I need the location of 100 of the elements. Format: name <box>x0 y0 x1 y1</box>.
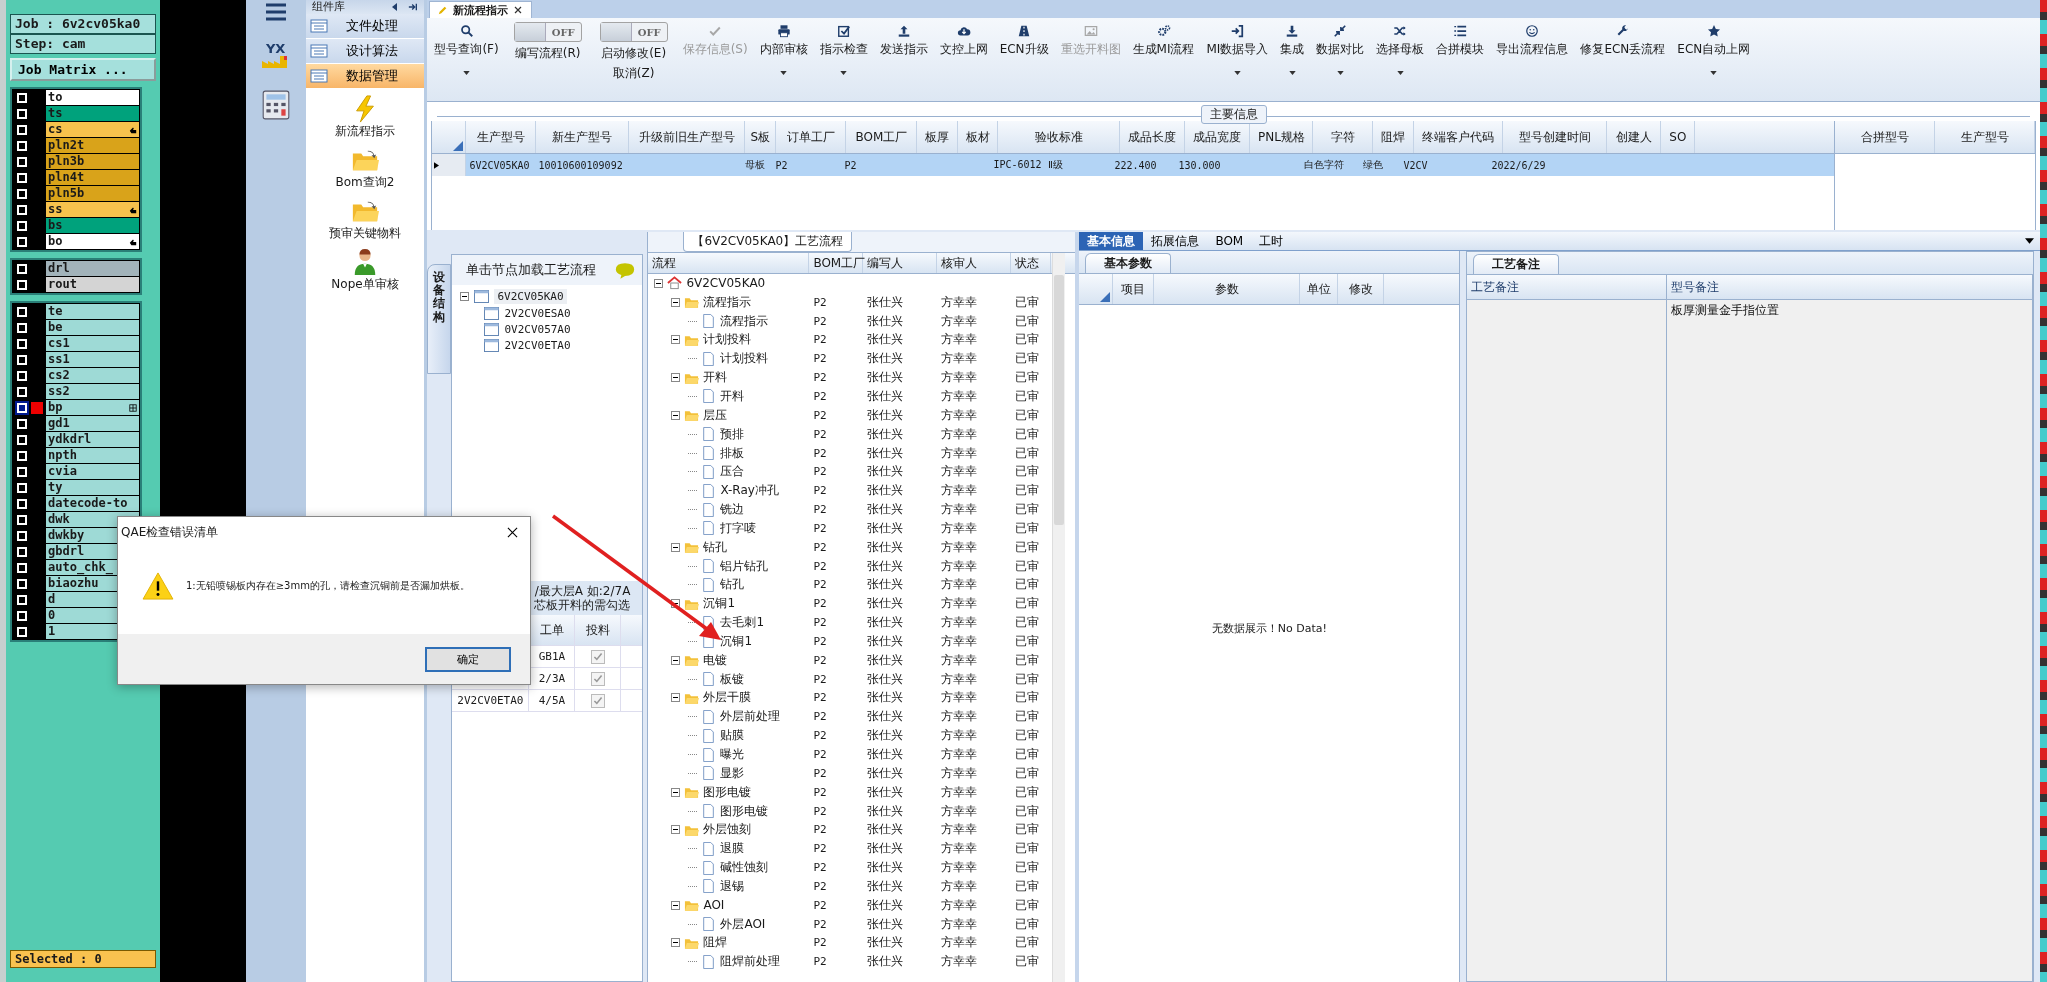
tab[interactable]: 拓展信息 <box>1143 232 1208 250</box>
process-name[interactable]: 打字唛 <box>720 519 757 537</box>
layer-name[interactable]: bs <box>46 218 139 233</box>
process-name[interactable]: 6V2CV05KA0 <box>686 276 766 291</box>
layer-checkbox[interactable] <box>17 498 27 509</box>
toggle-switch[interactable]: OFF <box>599 22 668 42</box>
toolbar-button[interactable]: 合拼模块 <box>1431 22 1490 60</box>
layer-name[interactable]: pln2t <box>46 138 139 153</box>
process-name[interactable]: 显影 <box>720 764 745 782</box>
layer-name[interactable]: npth <box>46 448 139 463</box>
layer-checkbox[interactable] <box>17 514 27 525</box>
process-name[interactable]: 流程指示 <box>703 293 752 311</box>
process-name[interactable]: 开料 <box>720 388 745 405</box>
process-name[interactable]: 排板 <box>720 444 745 462</box>
layer-checkbox[interactable] <box>17 610 27 621</box>
factory-logo[interactable]: YX <box>260 42 291 69</box>
layer-checkbox[interactable] <box>17 92 27 103</box>
toolbar-button[interactable]: 生成MI流程 <box>1127 22 1200 60</box>
layer-checkbox[interactable] <box>17 108 27 119</box>
layer-checkbox[interactable] <box>17 370 27 381</box>
layer-name[interactable]: ts <box>46 106 139 121</box>
column-header[interactable]: 终端客户代码 <box>1414 121 1504 153</box>
layer-name[interactable]: cs <box>46 122 139 137</box>
layer-checkbox[interactable] <box>17 156 27 167</box>
layer-checkbox[interactable] <box>17 172 27 183</box>
layer-name[interactable]: ss2 <box>46 384 139 399</box>
layer-name[interactable]: bo <box>46 234 139 249</box>
close-icon[interactable] <box>507 526 518 538</box>
process-name[interactable]: 去毛刺1 <box>720 614 765 632</box>
checkbox[interactable] <box>590 649 605 664</box>
layer-checkbox[interactable] <box>17 466 27 477</box>
column-header[interactable]: 修改 <box>1338 274 1385 304</box>
checkbox[interactable] <box>590 693 605 708</box>
layer-name[interactable]: cs1 <box>46 336 139 351</box>
process-name[interactable]: 退锡 <box>720 877 745 895</box>
ok-button[interactable]: 确定 <box>425 646 511 672</box>
process-name[interactable]: 预排 <box>720 425 745 443</box>
module-item[interactable]: 新流程指示 <box>334 95 395 140</box>
column-header[interactable]: SO <box>1661 121 1696 153</box>
note-field[interactable]: 板厚测量金手指位置 <box>1667 300 2033 981</box>
layer-name[interactable]: ss1 <box>46 352 139 367</box>
layer-name[interactable]: pln5b <box>46 186 139 201</box>
process-name[interactable]: 电镀 <box>703 651 728 669</box>
process-name[interactable]: 外层前处理 <box>720 708 781 726</box>
layer-name[interactable]: gd1 <box>46 416 139 431</box>
column-header[interactable]: S板 <box>745 121 777 153</box>
column-header[interactable]: 字符 <box>1313 121 1374 153</box>
process-name[interactable]: 沉铜1 <box>703 595 736 613</box>
column-header[interactable]: 板材 <box>958 121 999 153</box>
panel-tab[interactable]: 工艺备注 <box>1473 254 1560 274</box>
category-button[interactable]: 文件处理 <box>305 14 425 39</box>
process-name[interactable]: 铝片钻孔 <box>720 557 769 575</box>
process-name[interactable]: 图形电镀 <box>703 783 752 801</box>
column-header[interactable]: 阻焊 <box>1373 121 1415 153</box>
toolbar-button[interactable]: 内部审核 <box>754 22 813 77</box>
toolbar-button[interactable]: 文控上网 <box>934 22 993 60</box>
tab[interactable]: 基本信息 <box>1079 232 1144 250</box>
layer-checkbox[interactable] <box>17 482 27 493</box>
column-header[interactable]: 合拼型号 <box>1835 121 1935 153</box>
layer-checkbox[interactable] <box>17 140 27 151</box>
column-header[interactable]: 核审人 <box>937 253 1012 273</box>
layer-name[interactable]: pln4t <box>46 170 139 185</box>
layer-checkbox[interactable] <box>17 594 27 605</box>
process-name[interactable]: AOI <box>703 898 725 913</box>
layer-checkbox[interactable] <box>17 322 27 333</box>
tree-node[interactable]: 2V2CV0ESA0 <box>504 307 571 320</box>
layer-checkbox[interactable] <box>17 402 27 413</box>
layer-checkbox[interactable] <box>17 626 27 637</box>
module-item[interactable]: Bom查询2 <box>335 146 395 191</box>
column-header[interactable]: 成品宽度 <box>1185 121 1251 153</box>
menu-icon[interactable] <box>263 2 288 22</box>
layer-name[interactable]: cvia <box>46 464 139 479</box>
layer-checkbox[interactable] <box>17 279 27 290</box>
process-name[interactable]: 铣边 <box>720 501 745 519</box>
collapse-icon[interactable] <box>671 900 681 910</box>
process-name[interactable]: 退膜 <box>720 840 745 858</box>
column-header[interactable]: 生产型号 <box>466 121 537 153</box>
column-header[interactable]: 单位 <box>1300 274 1339 304</box>
column-header[interactable]: 状态 <box>1011 253 1052 273</box>
column-header[interactable]: 工艺备注 <box>1467 275 1668 299</box>
tab[interactable]: BOM <box>1207 232 1252 250</box>
collapse-icon[interactable] <box>671 297 681 307</box>
column-header[interactable]: 新生产型号 <box>536 121 630 153</box>
column-header[interactable]: BOM工厂 <box>809 253 864 273</box>
column-header[interactable]: 项目 <box>1113 274 1155 304</box>
process-name[interactable]: 外层干膜 <box>703 689 752 707</box>
process-name[interactable]: 板镀 <box>720 670 745 688</box>
toolbar-button[interactable]: 导出流程信息 <box>1491 22 1574 60</box>
collapse-icon[interactable] <box>671 825 681 835</box>
process-name[interactable]: 贴膜 <box>720 727 745 745</box>
toolbar-button[interactable]: MI数据导入 <box>1201 22 1274 77</box>
process-name[interactable]: 沉铜1 <box>720 632 753 650</box>
collapse-icon[interactable] <box>671 410 681 420</box>
layer-checkbox[interactable] <box>17 418 27 429</box>
layer-checkbox[interactable] <box>17 386 27 397</box>
layer-name[interactable]: pln3b <box>46 154 139 169</box>
category-button[interactable]: 设计算法 <box>305 39 425 64</box>
pin-icon[interactable] <box>408 2 419 12</box>
toolbar-button[interactable]: ECN自动上网 <box>1672 22 1756 77</box>
category-button[interactable]: 数据管理 <box>305 64 425 89</box>
